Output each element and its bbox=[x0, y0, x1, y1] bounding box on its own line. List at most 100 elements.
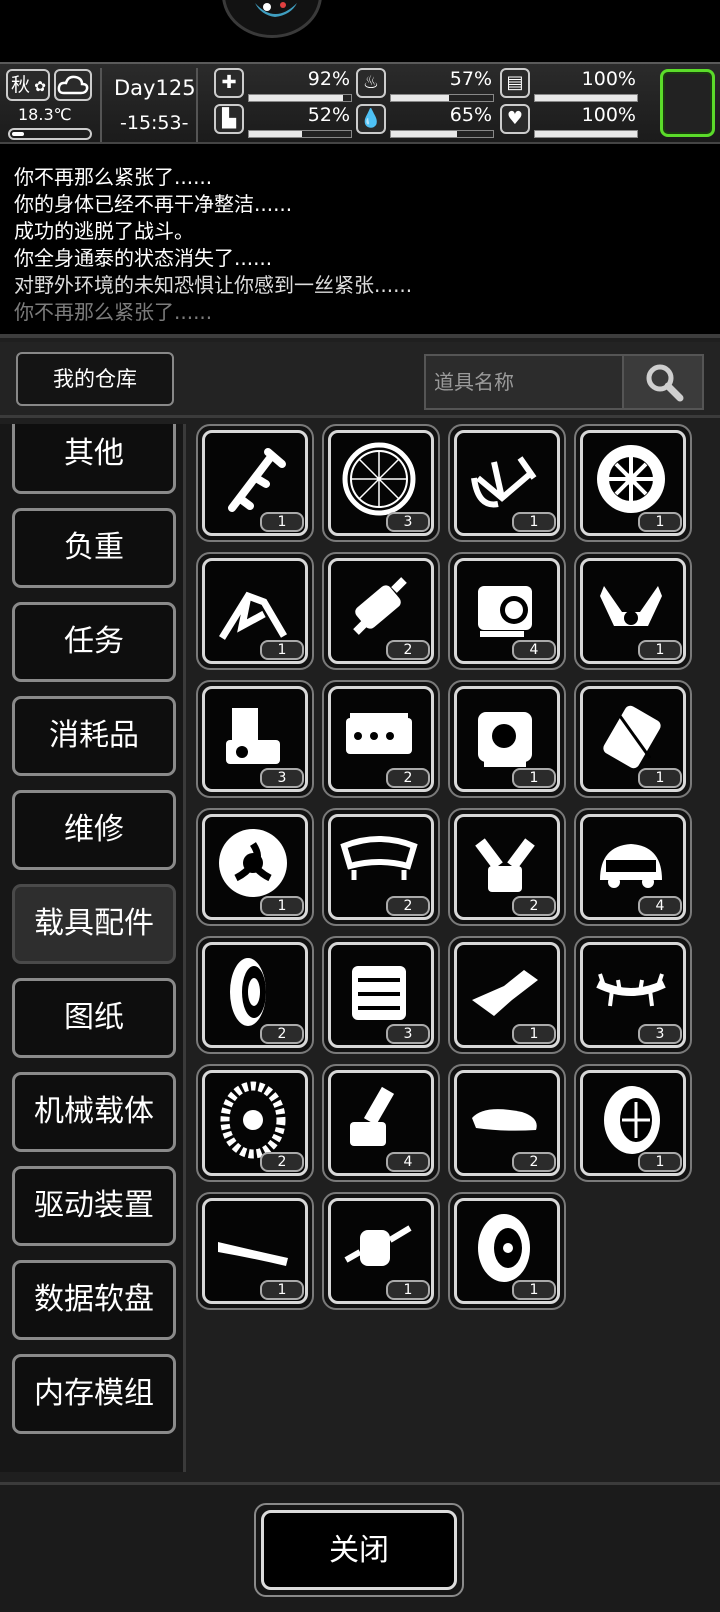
search-box bbox=[424, 354, 704, 410]
bumper-icon bbox=[340, 836, 418, 880]
inventory-item[interactable]: 3 bbox=[322, 424, 440, 542]
category-list[interactable]: 其他负重任务消耗品维修载具配件图纸机械载体驱动装置数据软盘内存模组 bbox=[0, 424, 186, 1472]
category-tab[interactable]: 任务 bbox=[12, 602, 176, 682]
status-bar: 秋 ✿ 18.3℃ Day125 -15:53- ✚ 92% ♨ 57% ▤ 100% ▙ 5… bbox=[0, 62, 720, 144]
inventory-item[interactable]: 3 bbox=[196, 680, 314, 798]
chained-wheel-icon bbox=[220, 1081, 286, 1159]
category-tab[interactable]: 负重 bbox=[12, 508, 176, 588]
warehouse-tab[interactable]: 我的仓库 bbox=[16, 352, 174, 406]
item-count: 3 bbox=[386, 1024, 430, 1044]
inventory-item[interactable]: 2 bbox=[448, 808, 566, 926]
day-clock: Day125 -15:53- bbox=[100, 68, 198, 142]
item-grid: 1 3 1 1 1 2 4 1 3 2 1 1 1 2 2 4 2 3 1 3 2 4 2 1 1 1 1 bbox=[196, 424, 716, 1472]
stat-bar bbox=[248, 130, 352, 138]
item-count: 2 bbox=[512, 896, 556, 916]
item-count: 2 bbox=[386, 640, 430, 660]
category-tab[interactable]: 图纸 bbox=[12, 978, 176, 1058]
stat-bar bbox=[534, 130, 638, 138]
medkit-icon: ✚ bbox=[214, 68, 244, 98]
inventory-item[interactable]: 1 bbox=[196, 808, 314, 926]
turbine-wheel-icon bbox=[219, 829, 287, 897]
cloud-icon bbox=[57, 75, 89, 95]
close-button[interactable]: 关闭 bbox=[254, 1503, 464, 1597]
temperature-bar-fill bbox=[12, 132, 24, 136]
offroad-wheel-icon bbox=[597, 445, 665, 513]
inventory-item[interactable]: 1 bbox=[448, 680, 566, 798]
inventory-item[interactable]: 4 bbox=[448, 552, 566, 670]
boot-icon: ▙ bbox=[214, 104, 244, 134]
item-count: 1 bbox=[638, 768, 682, 788]
log-line: 你全身通泰的状态消失了...... bbox=[14, 246, 273, 270]
season-label: 秋 bbox=[11, 74, 31, 96]
day-counter: Day125 bbox=[114, 76, 196, 100]
inventory-item[interactable]: 4 bbox=[574, 808, 692, 926]
season-badge: 秋 ✿ bbox=[6, 69, 50, 101]
inventory-item[interactable]: 3 bbox=[322, 936, 440, 1054]
inventory-item[interactable]: 3 bbox=[574, 936, 692, 1054]
inventory-item[interactable]: 1 bbox=[322, 1192, 440, 1310]
engine-assembly-icon bbox=[352, 966, 406, 1020]
character-avatar[interactable] bbox=[222, 0, 322, 38]
log-line: 你不再那么紧张了...... bbox=[14, 300, 213, 324]
stat-stomach: ♨ 57% bbox=[356, 68, 496, 102]
inventory-item[interactable]: 1 bbox=[574, 1064, 692, 1182]
inventory-item[interactable]: 2 bbox=[322, 680, 440, 798]
shock-absorber-icon bbox=[353, 577, 407, 635]
category-tab[interactable]: 内存模组 bbox=[12, 1354, 176, 1434]
item-count: 4 bbox=[386, 1152, 430, 1172]
inventory-item[interactable]: 1 bbox=[574, 552, 692, 670]
leaf-icon: ✿ bbox=[34, 79, 46, 95]
item-count: 2 bbox=[512, 1152, 556, 1172]
v-engine-icon bbox=[475, 838, 535, 892]
inventory-item[interactable]: 4 bbox=[322, 1064, 440, 1182]
stat-value: 100% bbox=[581, 68, 636, 90]
search-button[interactable] bbox=[622, 356, 702, 408]
bicycle-wheel-icon bbox=[342, 442, 416, 516]
stat-bar-fill bbox=[391, 131, 458, 137]
search-icon bbox=[646, 364, 684, 402]
fender-icon bbox=[472, 970, 538, 1016]
stat-value: 52% bbox=[307, 104, 350, 126]
category-tab[interactable]: 维修 bbox=[12, 790, 176, 870]
stat-bar-fill bbox=[535, 131, 637, 137]
inventory-item[interactable]: 1 bbox=[448, 936, 566, 1054]
stat-value: 92% bbox=[307, 68, 350, 90]
stat-heart: ♥ 100% bbox=[500, 104, 640, 138]
inventory-item[interactable]: 1 bbox=[196, 1192, 314, 1310]
inventory-item[interactable]: 1 bbox=[196, 552, 314, 670]
engine-block-icon bbox=[478, 586, 532, 637]
motor-icon bbox=[344, 1225, 412, 1266]
inventory-item[interactable]: 1 bbox=[196, 424, 314, 542]
roof-box-icon bbox=[472, 1109, 537, 1131]
category-tab[interactable]: 载具配件 bbox=[12, 884, 176, 964]
stat-value: 100% bbox=[581, 104, 636, 126]
log-line: 你的身体已经不再干净整洁...... bbox=[14, 192, 293, 216]
panel-header: 我的仓库 bbox=[0, 342, 720, 418]
inventory-item[interactable]: 2 bbox=[196, 1064, 314, 1182]
inline-engine-icon bbox=[346, 713, 412, 754]
swingarm-frame-icon bbox=[219, 591, 288, 640]
item-count: 1 bbox=[386, 1280, 430, 1300]
inventory-item[interactable]: 1 bbox=[574, 680, 692, 798]
category-tab[interactable]: 驱动装置 bbox=[12, 1166, 176, 1246]
item-count: 3 bbox=[260, 768, 304, 788]
item-count: 1 bbox=[260, 640, 304, 660]
inventory-item[interactable]: 1 bbox=[448, 1192, 566, 1310]
search-input[interactable] bbox=[426, 356, 626, 408]
category-tab[interactable]: 机械载体 bbox=[12, 1072, 176, 1152]
inventory-item[interactable]: 2 bbox=[196, 936, 314, 1054]
item-count: 1 bbox=[512, 1280, 556, 1300]
inventory-item[interactable]: 2 bbox=[322, 552, 440, 670]
inventory-item[interactable]: 1 bbox=[448, 424, 566, 542]
category-tab[interactable]: 其他 bbox=[12, 424, 176, 494]
message-log: 你不再那么紧张了...... 你的身体已经不再干净整洁...... 成功的逃脱了战斗… bbox=[0, 146, 720, 332]
inventory-item[interactable]: 2 bbox=[322, 808, 440, 926]
item-count: 1 bbox=[638, 512, 682, 532]
category-tab[interactable]: 数据软盘 bbox=[12, 1260, 176, 1340]
stat-value: 65% bbox=[449, 104, 492, 126]
car-engine-icon bbox=[478, 712, 532, 767]
inventory-item[interactable]: 2 bbox=[448, 1064, 566, 1182]
quick-slot[interactable] bbox=[660, 69, 715, 137]
inventory-item[interactable]: 1 bbox=[574, 424, 692, 542]
category-tab[interactable]: 消耗品 bbox=[12, 696, 176, 776]
